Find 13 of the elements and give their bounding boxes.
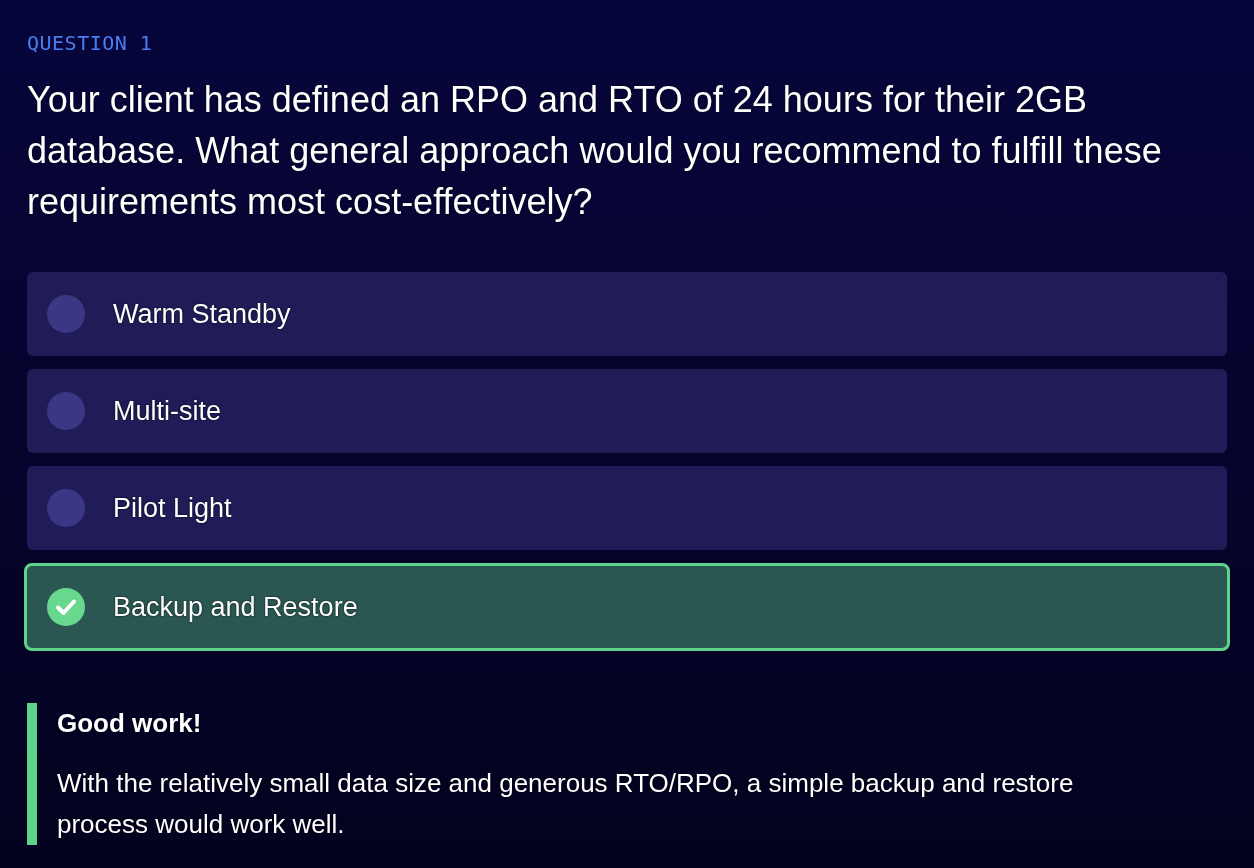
answer-option[interactable]: Multi-site [27, 369, 1227, 453]
option-label: Warm Standby [113, 297, 291, 331]
option-label: Backup and Restore [113, 590, 358, 624]
answer-option[interactable]: Backup and Restore [24, 563, 1230, 651]
option-label: Pilot Light [113, 491, 232, 525]
feedback-text: With the relatively small data size and generous RTO/RPO, a simple backup and restore process would work well. [57, 767, 1075, 841]
option-label: Multi-site [113, 394, 221, 428]
answer-option[interactable]: Pilot Light [27, 466, 1227, 550]
answer-option[interactable]: Warm Standby [27, 272, 1227, 356]
feedback-title: Good work! [57, 707, 203, 739]
check-circle-icon [47, 588, 85, 626]
question-text: Your client has defined an RPO and RTO of 24 hours for their 2GB database. What general approach would you recommend to fulfill these requirements most cost-effectively? [27, 78, 1163, 224]
question-number: QUESTION 1 [27, 30, 154, 56]
